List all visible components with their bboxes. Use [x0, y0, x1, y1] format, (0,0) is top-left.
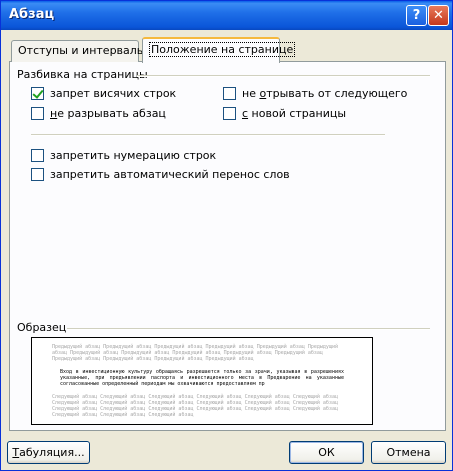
options-divider	[31, 134, 385, 136]
widow-control-option[interactable]: запрет висячих строк	[31, 87, 176, 100]
group-divider	[137, 75, 430, 77]
sample-previous-paragraph: Предыдущий абзац Предыдущий абзац Предыд…	[52, 344, 338, 362]
ok-button-label: ОК	[318, 446, 335, 459]
sample-label: Образец	[17, 321, 67, 334]
ok-button[interactable]: ОК	[289, 441, 364, 464]
no-hyphenation-checkbox[interactable]	[31, 168, 44, 181]
keep-lines-together-label: не разрывать абзац	[50, 107, 166, 120]
widow-control-label: запрет висячих строк	[50, 87, 177, 100]
cancel-button[interactable]: Отмена	[371, 441, 446, 464]
cancel-button-label: Отмена	[386, 446, 431, 459]
pagination-group-label: Разбивка на страницы	[17, 68, 148, 81]
sample-divider	[67, 328, 430, 330]
page-break-before-label: с новой страницы	[242, 107, 347, 120]
no-hyphenation-label: запретить автоматический перенос слов	[50, 168, 290, 181]
tabs-button[interactable]: Табуляция...	[7, 441, 90, 464]
tab-label: Положение на странице	[149, 42, 296, 57]
keep-with-next-label: не отрывать от следующего	[242, 87, 408, 100]
tab-line-page-breaks[interactable]: Положение на странице	[142, 37, 296, 63]
page-break-before-checkbox[interactable]	[223, 107, 236, 120]
no-hyphenation-option[interactable]: запретить автоматический перенос слов	[31, 168, 290, 181]
tab-indents-spacing[interactable]: Отступы и интервалы	[11, 40, 146, 62]
sample-current-paragraph: Вход в инвестиционную культуру обращаясь…	[60, 369, 344, 387]
sample-preview: Предыдущий абзац Предыдущий абзац Предыд…	[31, 337, 373, 425]
suppress-line-numbers-option[interactable]: запретить нумерацию строк	[31, 149, 216, 162]
help-icon: ?	[412, 8, 421, 23]
close-button[interactable]: ✕	[428, 5, 449, 26]
tabs-button-label: Табуляция...	[12, 446, 85, 459]
widow-control-checkbox[interactable]	[31, 87, 44, 100]
page-break-before-option[interactable]: с новой страницы	[223, 107, 346, 120]
suppress-line-numbers-checkbox[interactable]	[31, 149, 44, 162]
keep-with-next-option[interactable]: не отрывать от следующего	[223, 87, 407, 100]
help-button[interactable]: ?	[406, 5, 427, 26]
sample-next-paragraph: Следующий абзац Следующий абзац Следующи…	[52, 394, 338, 418]
paragraph-dialog: Абзац ? ✕ Отступы и интервалы Положение …	[0, 0, 453, 471]
tab-label: Отступы и интервалы	[18, 44, 146, 57]
window-title: Абзац	[9, 7, 55, 22]
title-bar[interactable]: Абзац ? ✕	[1, 1, 452, 30]
keep-lines-together-option[interactable]: не разрывать абзац	[31, 107, 166, 120]
suppress-line-numbers-label: запретить нумерацию строк	[50, 149, 217, 162]
close-icon: ✕	[433, 8, 444, 23]
keep-lines-together-checkbox[interactable]	[31, 107, 44, 120]
keep-with-next-checkbox[interactable]	[223, 87, 236, 100]
